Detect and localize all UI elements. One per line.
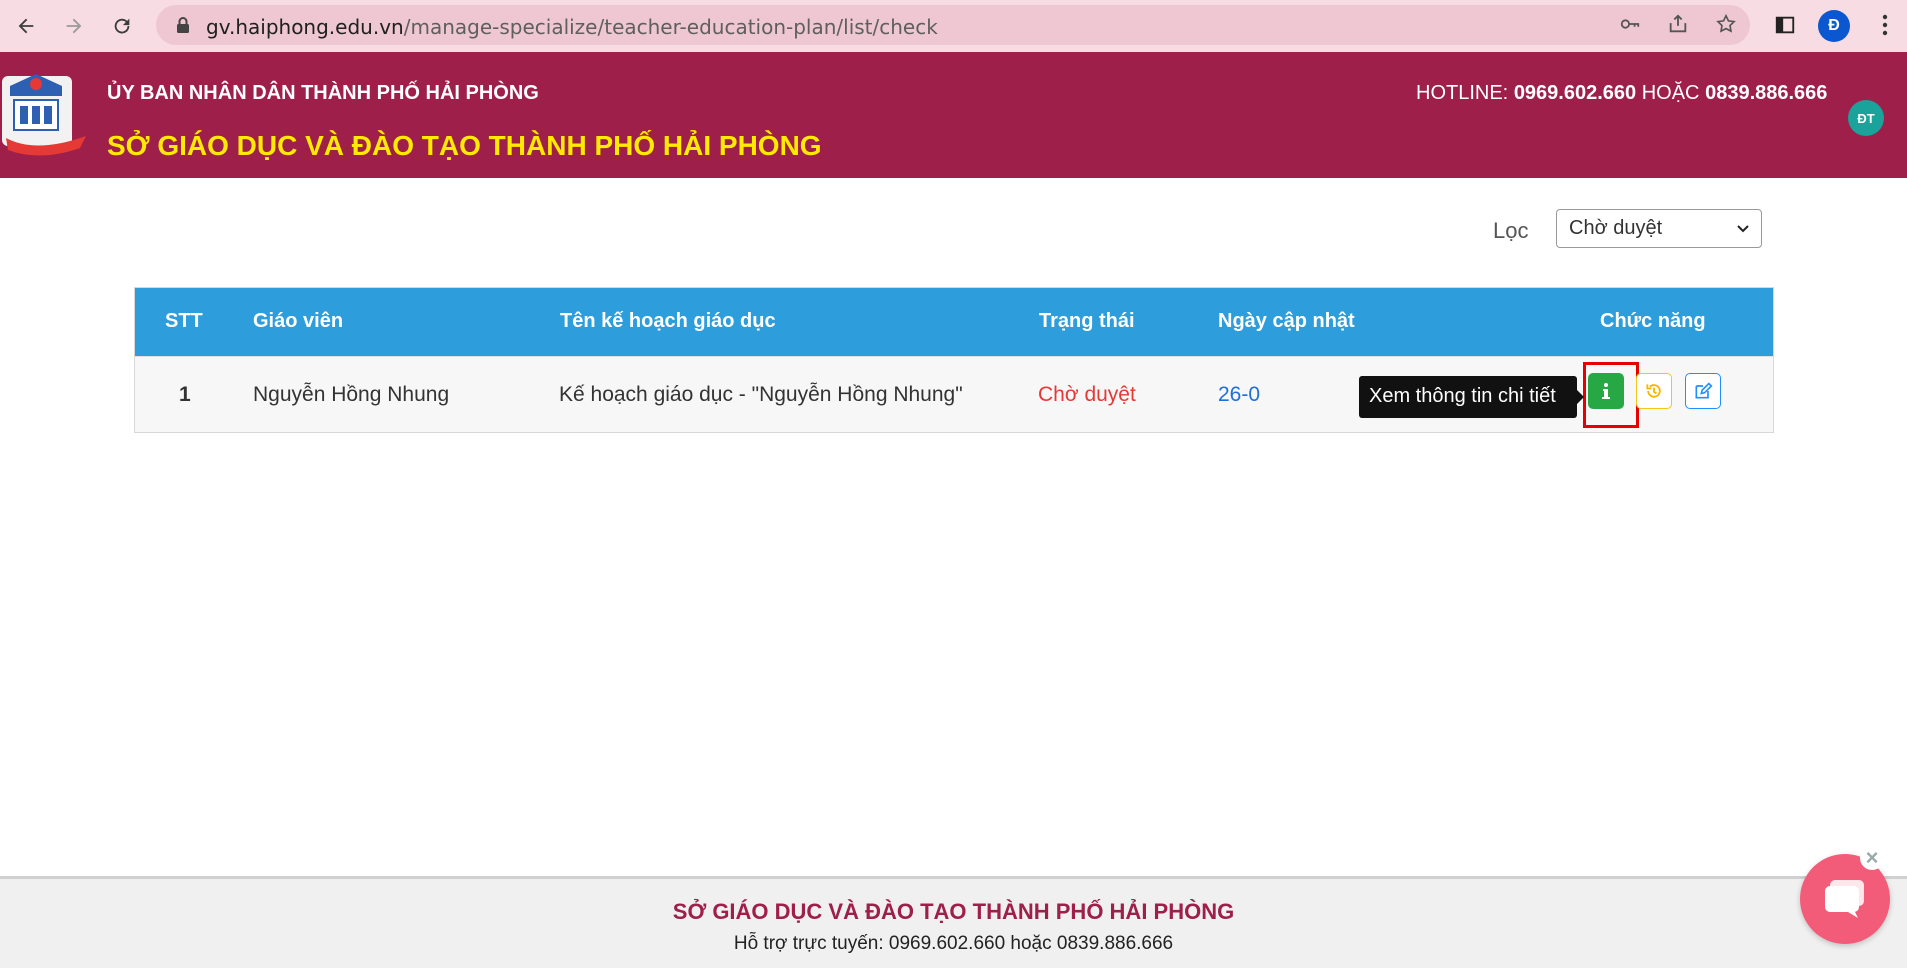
address-bar[interactable]: gv.haiphong.edu.vn/manage-specialize/tea… [156,5,1750,45]
side-panel-icon[interactable] [1770,10,1800,40]
tooltip-arrow [1577,390,1584,404]
edit-button[interactable] [1685,373,1721,409]
url-text: gv.haiphong.edu.vn/manage-specialize/tea… [206,15,938,39]
row-status: Chờ duyệt [1038,383,1136,406]
history-icon [1646,384,1661,398]
profile-avatar[interactable]: Đ [1818,10,1850,42]
header-plan-name: Tên kế hoạch giáo dục [560,310,776,332]
close-icon[interactable]: × [1860,845,1884,870]
user-avatar[interactable]: ĐT [1848,100,1884,136]
edit-icon [1695,382,1713,399]
info-icon [1602,383,1610,399]
history-button[interactable] [1636,373,1672,409]
key-icon[interactable] [1618,13,1642,37]
footer-support: Hỗ trợ trực tuyến: 0969.602.660 hoặc 083… [733,933,1174,954]
header-updated: Ngày cập nhật [1218,310,1355,332]
header-actions: Chức năng [1600,310,1706,332]
row-teacher: Nguyễn Hồng Nhung [253,383,450,406]
browser-toolbar: gv.haiphong.edu.vn/manage-specialize/tea… [0,0,1907,52]
chat-bubble-icon [1825,880,1864,918]
table-header: STT Giáo viên Tên kế hoạch giáo dục Trạn… [135,288,1773,356]
share-icon[interactable] [1666,13,1690,37]
header-stt: STT [165,310,203,332]
menu-kebab-icon[interactable] [1870,10,1900,40]
star-icon[interactable] [1714,13,1738,37]
status-filter-select[interactable]: Chờ duyệt [1556,209,1762,248]
filter-selected-value: Chờ duyệt [1569,217,1663,239]
lock-icon [177,17,189,33]
filter-label: Lọc [1493,218,1529,243]
department-logo[interactable] [0,66,90,166]
row-updated-date: 26-0 [1218,383,1261,406]
row-plan-name: Kế hoạch giáo dục - "Nguyễn Hồng Nhung" [559,383,963,406]
page-footer: SỞ GIÁO DỤC VÀ ĐÀO TẠO THÀNH PHỐ HẢI PHÒ… [0,876,1907,968]
footer-title: SỞ GIÁO DỤC VÀ ĐÀO TẠO THÀNH PHỐ HẢI PHÒ… [672,899,1235,924]
view-details-button[interactable] [1588,373,1624,409]
chevron-down-icon [1737,225,1749,233]
header-status: Trạng thái [1039,310,1135,332]
header-teacher: Giáo viên [253,310,344,332]
header-department: SỞ GIÁO DỤC VÀ ĐÀO TẠO THÀNH PHỐ HẢI PHÒ… [107,130,822,161]
forward-icon[interactable] [58,10,90,42]
view-details-tooltip: Xem thông tin chi tiết [1359,376,1577,418]
row-stt: 1 [179,383,191,406]
reload-icon[interactable] [106,10,138,42]
hotline: HOTLINE: 0969.602.660 HOẶC 0839.886.666 [1416,82,1828,104]
site-header: ỦY BAN NHÂN DÂN THÀNH PHỐ HẢI PHÒNG SỞ G… [0,52,1907,178]
back-icon[interactable] [10,10,42,42]
header-authority: ỦY BAN NHÂN DÂN THÀNH PHỐ HẢI PHÒNG [107,82,539,104]
